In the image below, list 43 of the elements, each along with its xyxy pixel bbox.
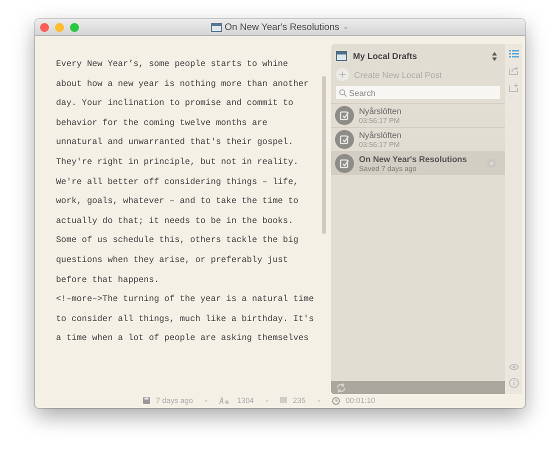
close-button[interactable] <box>40 22 49 32</box>
text-line: Every New Year’s, some people starts to whine <box>56 58 288 71</box>
post-title: Nyårslöften <box>359 130 402 140</box>
plus-icon <box>336 68 349 81</box>
clock-icon <box>332 396 340 404</box>
text-line: They're right in principle, but not in reality. <box>56 156 298 169</box>
text-line: day. Your inclination to promise and commit to <box>56 97 294 110</box>
share-icon[interactable] <box>508 66 518 75</box>
minimize-button[interactable] <box>55 22 64 32</box>
search-field[interactable]: Search <box>336 86 500 99</box>
post-title: Nyårslöften <box>359 106 402 116</box>
add-box-icon[interactable] <box>508 83 518 92</box>
text-line: actually do that; it needs to be in the books. <box>56 214 294 228</box>
scrollbar[interactable] <box>322 76 326 234</box>
close-icon[interactable] <box>487 159 496 168</box>
drafts-title: My Local Drafts <box>353 51 418 61</box>
sort-arrows-icon[interactable] <box>492 52 497 60</box>
text-line: unnatural and unwarranted that's their gospel. <box>56 136 294 150</box>
window-title: On New Year's Resolutions <box>224 22 340 32</box>
text-line: questions when they arise, or preferably just <box>56 254 288 267</box>
text-line: a time when a lot of people are asking themselves <box>56 332 309 346</box>
text-line: behavior for the coming twelve months are <box>56 116 268 130</box>
font-icon <box>219 397 231 404</box>
edit-note-icon <box>335 154 354 173</box>
text-line: work, goals, whatever – and to take the time to <box>56 195 298 208</box>
text-line: Some of us schedule this, others tackle the big <box>56 234 298 248</box>
paragraph-icon <box>280 397 287 404</box>
edit-note-icon <box>335 130 354 149</box>
text-line: before that happens. <box>56 274 160 287</box>
info-icon[interactable] <box>508 378 518 388</box>
post-title: On New Year's Resolutions <box>359 154 468 164</box>
list-icon[interactable] <box>508 50 518 58</box>
save-icon <box>142 397 150 404</box>
caret-icon[interactable]: ⌄ <box>342 23 350 31</box>
text-line: <!–more–>The turning of the year is a natural time <box>56 293 314 306</box>
edit-note-icon <box>335 106 354 125</box>
eye-icon[interactable] <box>508 364 518 370</box>
zoom-button[interactable] <box>70 22 79 32</box>
text-line: to consider all things, much like a birthday. It's <box>56 312 314 326</box>
text-line: about how a new year is nothing more than another <box>56 78 309 91</box>
sync-icon[interactable] <box>336 382 346 392</box>
text-line: We're all better off considering things – life, <box>56 176 298 189</box>
search-icon <box>339 89 347 97</box>
